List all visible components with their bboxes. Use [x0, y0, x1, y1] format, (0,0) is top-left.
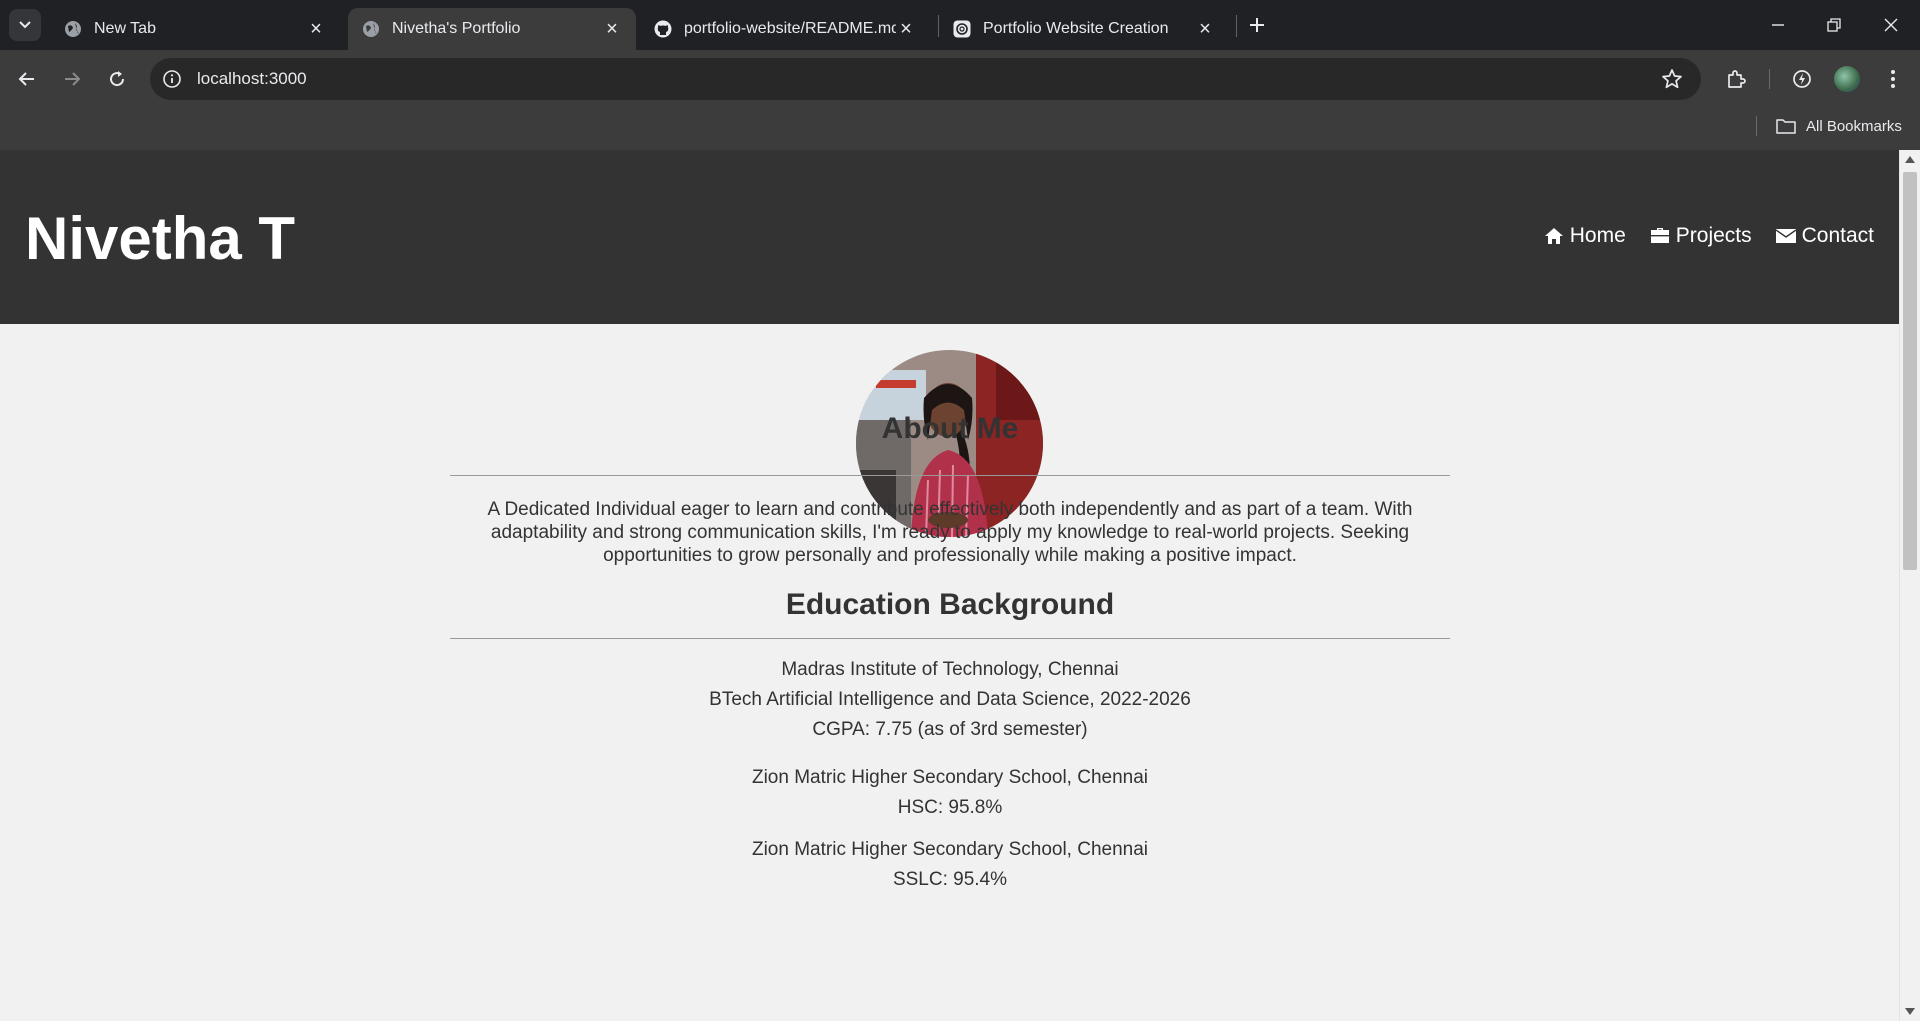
about-line: adaptability and strong communication sk…	[490, 522, 1410, 543]
nav-projects-link[interactable]: Projects	[1650, 224, 1752, 248]
plus-icon	[1250, 18, 1264, 32]
reload-button[interactable]	[103, 65, 131, 93]
education-entry: Zion Matric Higher Secondary School, Che…	[450, 835, 1450, 895]
close-window-button[interactable]	[1876, 10, 1906, 40]
tab-title: Nivetha's Portfolio	[392, 20, 521, 37]
extensions-button[interactable]	[1722, 65, 1750, 93]
browser-toolbar: localhost:3000	[0, 50, 1920, 108]
site-nav: Home Projects Contact	[1520, 224, 1874, 248]
close-icon[interactable]: ×	[602, 18, 622, 40]
new-tab-button[interactable]	[1245, 13, 1269, 37]
home-icon	[1544, 228, 1563, 244]
tab-search-button[interactable]	[9, 9, 41, 41]
school-name: Zion Matric Higher Secondary School, Che…	[751, 839, 1149, 860]
globe-icon	[64, 20, 82, 38]
grade: SSLC: 95.4%	[892, 869, 1008, 890]
tab-new-tab[interactable]: New Tab ×	[50, 8, 340, 50]
about-line: A Dedicated Individual eager to learn an…	[487, 499, 1413, 520]
tab-separator	[1236, 15, 1237, 37]
arrow-right-icon	[65, 72, 81, 86]
minimize-button[interactable]	[1763, 10, 1793, 40]
scrollbar-thumb[interactable]	[1903, 172, 1917, 570]
close-icon[interactable]: ×	[306, 18, 326, 40]
site-info-icon[interactable]	[161, 68, 183, 90]
github-icon	[654, 20, 672, 38]
tab-title: New Tab	[94, 20, 156, 37]
about-divider	[450, 475, 1450, 476]
arrow-left-icon	[18, 72, 34, 86]
page-scrollbar[interactable]	[1899, 150, 1920, 1021]
minimize-icon	[1772, 24, 1784, 26]
globe-icon	[362, 20, 380, 38]
nav-contact-label: Contact	[1801, 224, 1874, 247]
scroll-up-arrow-icon[interactable]	[1905, 156, 1915, 163]
toolbar-separator	[1769, 69, 1770, 89]
nav-home-label: Home	[1569, 224, 1626, 247]
about-line: opportunities to grow personally and pro…	[603, 545, 1297, 566]
tab-title: Portfolio Website Creation	[983, 20, 1169, 37]
folder-icon	[1776, 119, 1796, 134]
close-icon[interactable]: ×	[896, 18, 916, 40]
nav-contact-link[interactable]: Contact	[1775, 224, 1874, 248]
nav-projects-label: Projects	[1675, 224, 1752, 247]
briefcase-icon	[1650, 228, 1669, 243]
tab-nivethas-portfolio[interactable]: Nivetha's Portfolio ×	[348, 8, 636, 50]
profile-button[interactable]	[1833, 65, 1861, 93]
speedometer-icon	[1793, 70, 1811, 88]
restore-icon	[1827, 18, 1841, 32]
close-icon[interactable]: ×	[1195, 18, 1215, 40]
education-entry: Zion Matric Higher Secondary School, Che…	[450, 763, 1450, 823]
avatar	[1834, 66, 1860, 92]
bookmark-star-icon[interactable]	[1661, 68, 1683, 90]
url-text[interactable]: localhost:3000	[197, 69, 307, 89]
chevron-down-icon	[19, 21, 31, 29]
reload-icon	[110, 71, 125, 87]
scroll-down-arrow-icon[interactable]	[1905, 1008, 1915, 1015]
school-name: Madras Institute of Technology, Chennai	[781, 659, 1119, 680]
menu-button[interactable]	[1879, 65, 1907, 93]
tab-portfolio-website-creation[interactable]: Portfolio Website Creation ×	[939, 8, 1229, 50]
education-entry: Madras Institute of Technology, Chennai …	[450, 655, 1450, 745]
grade: CGPA: 7.75 (as of 3rd semester)	[812, 719, 1088, 740]
page-viewport: Nivetha T Home Projects Contact About Me…	[0, 150, 1899, 1021]
restore-button[interactable]	[1819, 10, 1849, 40]
about-heading: About Me	[881, 412, 1019, 445]
site-header: Nivetha T Home Projects Contact	[0, 150, 1899, 324]
all-bookmarks-label: All Bookmarks	[1806, 117, 1902, 135]
nav-home-link[interactable]: Home	[1544, 224, 1626, 248]
education-heading: Education Background	[785, 588, 1115, 621]
bookmarks-bar: All Bookmarks	[0, 108, 1920, 150]
about-text: A Dedicated Individual eager to learn an…	[450, 498, 1450, 567]
performance-button[interactable]	[1788, 65, 1816, 93]
tab-title: portfolio-website/README.md	[684, 20, 896, 37]
bookmarks-separator	[1756, 116, 1757, 136]
grade: HSC: 95.8%	[897, 797, 1003, 818]
degree: BTech Artificial Intelligence and Data S…	[709, 689, 1191, 710]
site-title: Nivetha T	[25, 205, 296, 272]
back-button[interactable]	[13, 65, 41, 93]
address-bar[interactable]: localhost:3000	[150, 58, 1701, 100]
envelope-icon	[1775, 229, 1796, 243]
chatgpt-icon	[953, 20, 971, 38]
browser-tab-bar: New Tab × Nivetha's Portfolio × portfoli…	[0, 0, 1920, 50]
close-icon	[1884, 18, 1898, 32]
puzzle-icon	[1728, 70, 1746, 88]
forward-button[interactable]	[58, 65, 86, 93]
education-divider	[450, 638, 1450, 639]
all-bookmarks-button[interactable]: All Bookmarks	[1776, 113, 1902, 139]
more-vertical-icon	[1891, 70, 1895, 88]
school-name: Zion Matric Higher Secondary School, Che…	[751, 767, 1149, 788]
tab-readme[interactable]: portfolio-website/README.md ×	[640, 8, 930, 50]
